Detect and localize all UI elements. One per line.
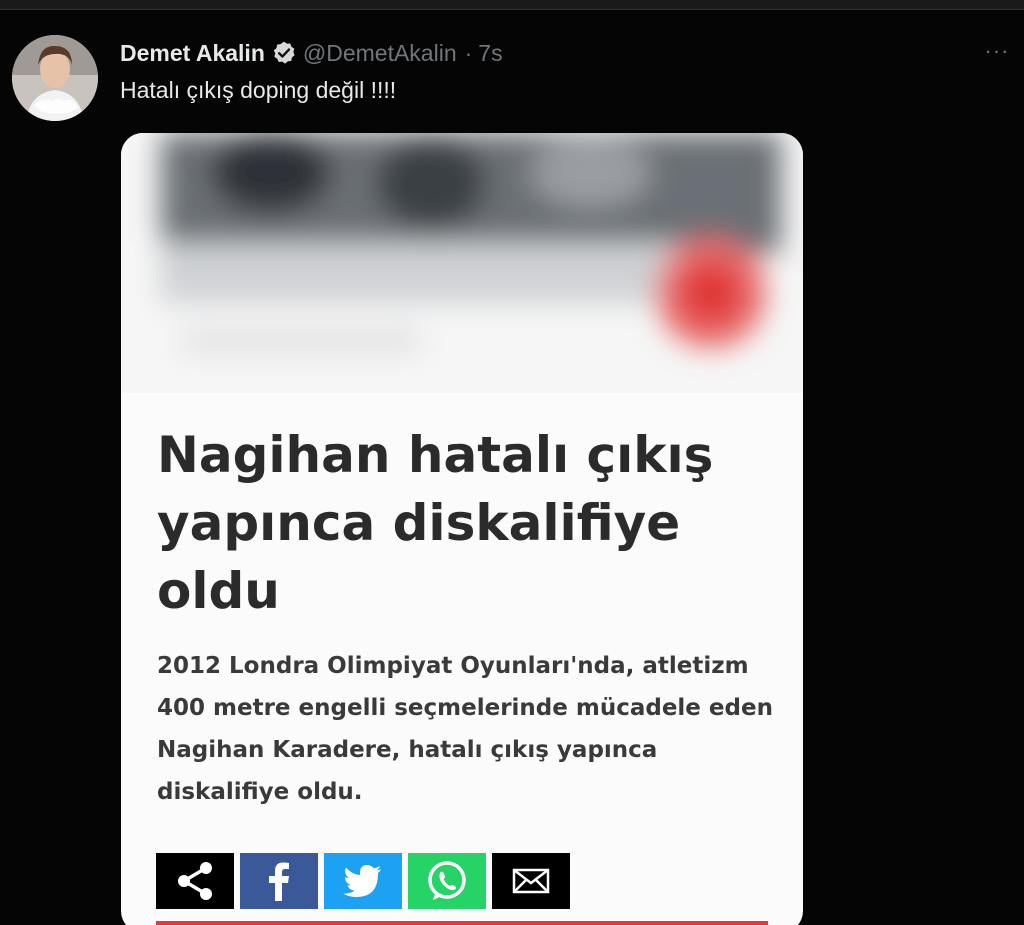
blurred-photo	[121, 133, 803, 393]
share-icon	[178, 862, 212, 900]
more-options-icon[interactable]: ···	[980, 38, 1014, 64]
mail-icon	[512, 868, 550, 894]
twitter-icon	[343, 865, 381, 897]
mail-share-button[interactable]	[492, 853, 570, 909]
avatar-image	[12, 35, 98, 121]
whatsapp-share-button[interactable]	[408, 853, 486, 909]
user-handle[interactable]: @DemetAkalin	[303, 40, 457, 67]
tweet-page: Demet Akalin @DemetAkalin · 7s ··· Hatal…	[0, 0, 1024, 925]
tweet-header: Demet Akalin @DemetAkalin · 7s	[120, 37, 503, 69]
share-button[interactable]	[156, 853, 234, 909]
top-divider	[0, 0, 1024, 10]
verified-badge-icon	[271, 40, 297, 66]
share-buttons	[156, 853, 570, 909]
accent-divider	[156, 921, 768, 925]
whatsapp-icon	[428, 861, 466, 900]
display-name[interactable]: Demet Akalin	[120, 40, 265, 67]
twitter-share-button[interactable]	[324, 853, 402, 909]
article-headline: Nagihan hatalı çıkış yapınca diskalifiye…	[157, 426, 714, 620]
facebook-icon	[269, 862, 289, 901]
article-summary: 2012 Londra Olimpiyat Oyunları'nda, atle…	[157, 653, 773, 805]
separator-dot: ·	[464, 39, 473, 66]
tweet-text: Hatalı çıkış doping değil !!!!	[120, 77, 397, 103]
tweet-timestamp[interactable]: 7s	[478, 40, 502, 67]
avatar[interactable]	[12, 35, 98, 121]
tweet-media-image[interactable]: Nagihan hatalı çıkış yapınca diskalifiye…	[121, 133, 803, 925]
facebook-share-button[interactable]	[240, 853, 318, 909]
